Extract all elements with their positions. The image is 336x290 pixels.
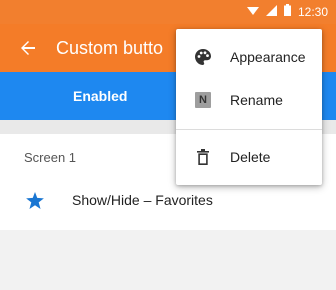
menu-item-label: Appearance: [230, 49, 306, 65]
back-arrow-icon[interactable]: [0, 24, 56, 72]
enabled-label: Enabled: [73, 88, 128, 104]
trash-icon: [176, 149, 230, 165]
menu-divider: [176, 129, 322, 130]
signal-icon: [265, 3, 277, 21]
status-bar: 12:30: [0, 0, 336, 24]
status-time: 12:30: [297, 5, 328, 19]
rename-icon: N: [176, 92, 230, 108]
overflow-menu: Appearance N Rename Delete: [176, 29, 322, 185]
page-title: Custom butto: [56, 37, 164, 58]
menu-item-label: Rename: [230, 92, 283, 108]
star-icon: [0, 191, 70, 209]
wifi-icon: [246, 3, 259, 21]
battery-icon: [283, 3, 291, 21]
menu-item-appearance[interactable]: Appearance: [176, 35, 322, 79]
section-header: Screen 1: [24, 150, 77, 165]
list-item[interactable]: Show/Hide – Favorites: [0, 182, 336, 218]
rename-icon-letter: N: [195, 92, 211, 108]
menu-item-rename[interactable]: N Rename: [176, 78, 322, 122]
menu-item-label: Delete: [230, 149, 271, 165]
menu-item-delete[interactable]: Delete: [176, 135, 322, 179]
palette-icon: [176, 48, 230, 66]
list-item-label: Show/Hide – Favorites: [72, 192, 213, 208]
